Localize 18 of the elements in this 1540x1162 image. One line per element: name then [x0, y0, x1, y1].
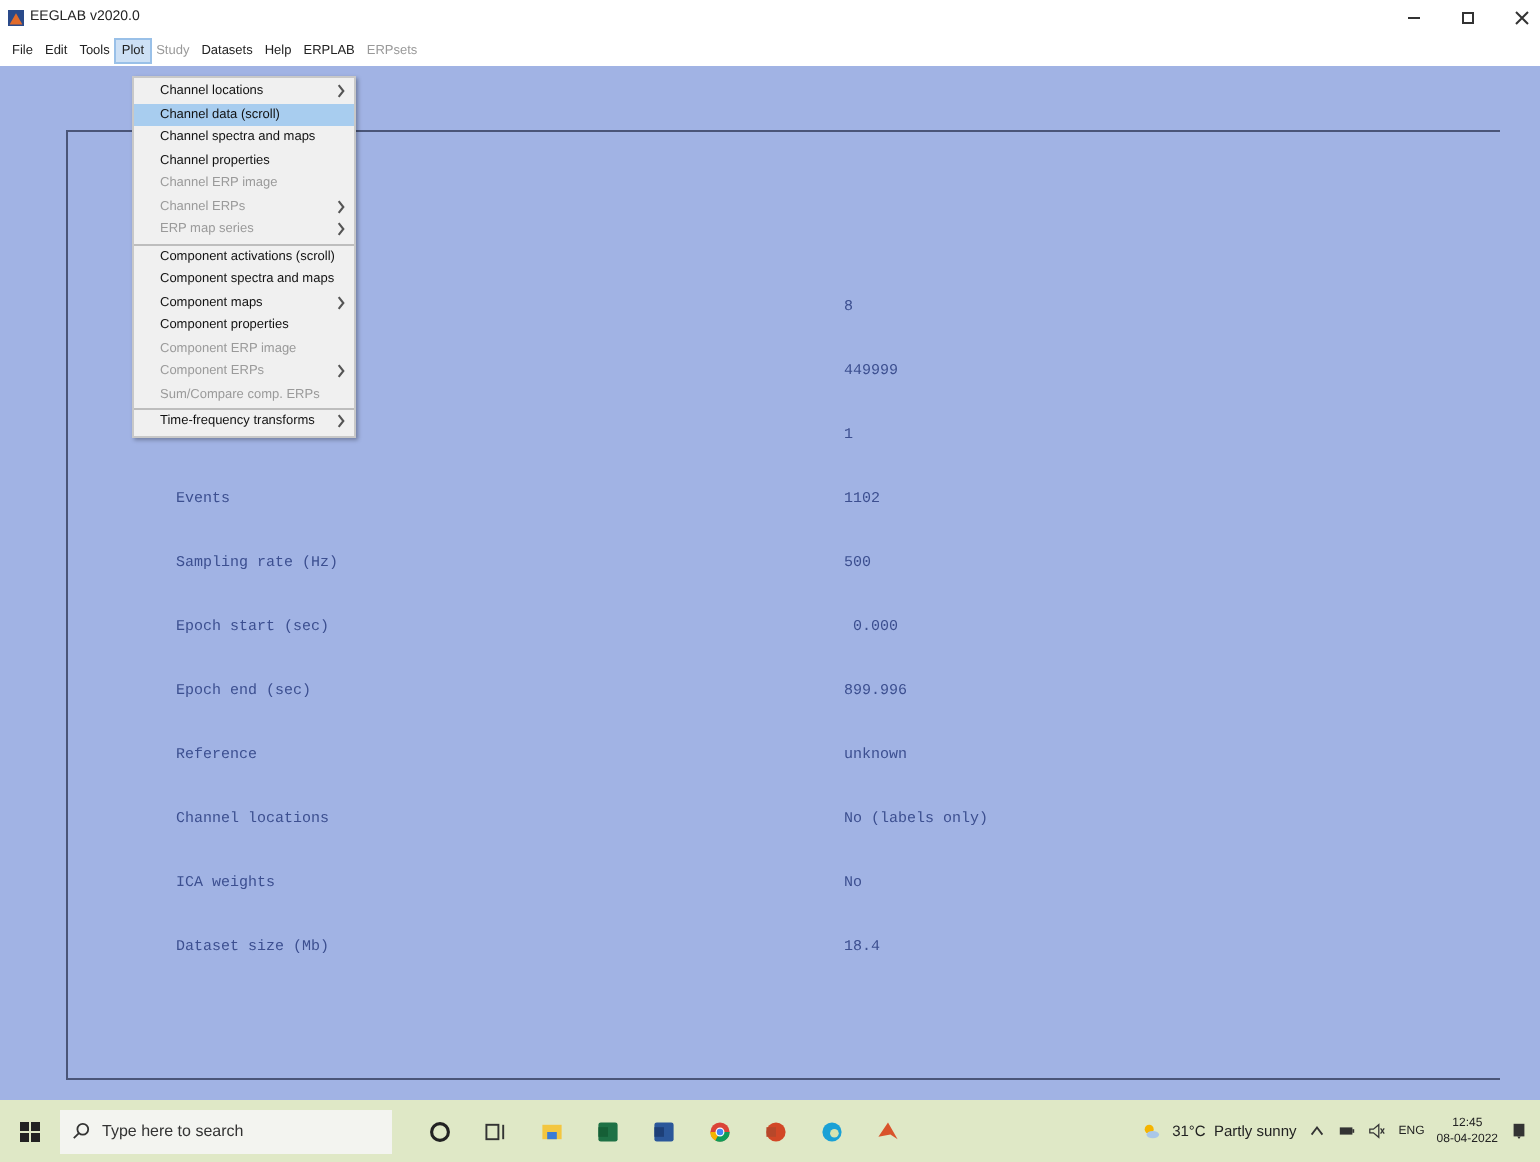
- presentation-icon[interactable]: [764, 1119, 788, 1143]
- peak-icon[interactable]: [876, 1119, 900, 1143]
- search-icon: [72, 1122, 90, 1140]
- notification-icon[interactable]: [1510, 1122, 1528, 1140]
- windows-icon[interactable]: [20, 1121, 40, 1141]
- close-icon[interactable]: [1512, 7, 1532, 27]
- document-icon[interactable]: [652, 1119, 676, 1143]
- circle-icon[interactable]: [428, 1119, 452, 1143]
- search-field[interactable]: Type here to search: [60, 1109, 392, 1153]
- chevron-up-icon[interactable]: [1308, 1122, 1327, 1140]
- spreadsheet-icon[interactable]: [596, 1119, 620, 1143]
- task-view-icon[interactable]: [484, 1119, 508, 1143]
- folder-icon[interactable]: [540, 1119, 564, 1143]
- maximize-icon[interactable]: [1458, 7, 1478, 27]
- browser-icon[interactable]: [708, 1119, 732, 1143]
- speaker-icon[interactable]: [1368, 1122, 1387, 1140]
- app-icon: [8, 9, 24, 25]
- battery-icon[interactable]: [1338, 1122, 1357, 1140]
